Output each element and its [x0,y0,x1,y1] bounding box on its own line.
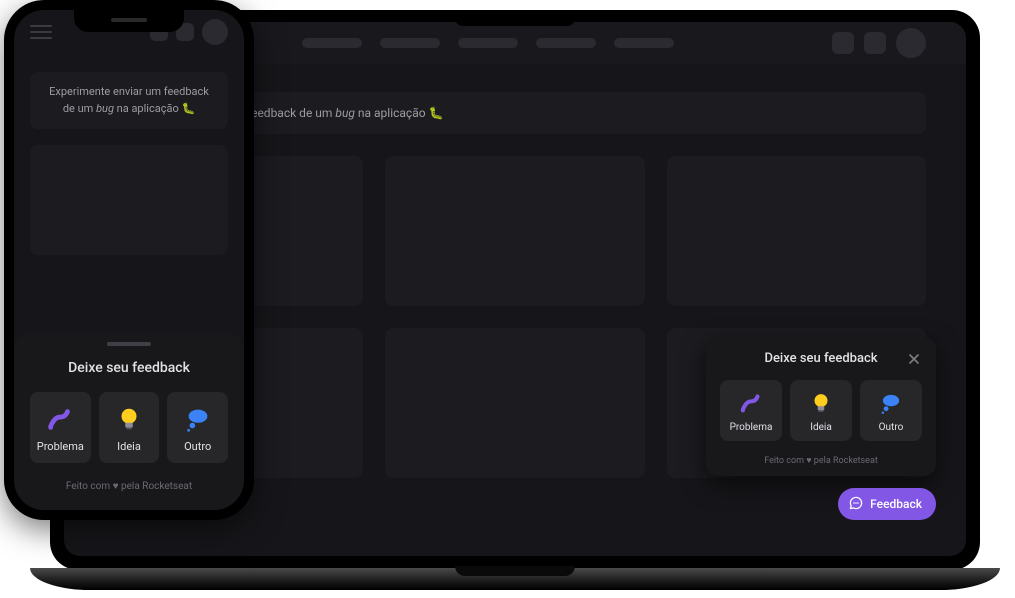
placeholder-card [385,328,644,478]
feedback-bottom-sheet: Deixe seu feedback Problema Ideia [14,332,244,510]
feedback-option-ideia[interactable]: Ideia [99,392,160,463]
nav-placeholder-3[interactable] [458,38,518,48]
bug-icon [45,404,75,434]
feedback-popover: Deixe seu feedback Problema [706,337,936,476]
chat-icon [848,495,864,514]
feedback-fab-button[interactable]: Feedback [838,488,936,520]
phone-content: Experimente enviar um feedback de um bug… [14,54,244,255]
top-nav [302,38,674,48]
phone-screen: Experimente enviar um feedback de um bug… [14,10,244,510]
laptop-notch [455,10,575,26]
nav-placeholder-4[interactable] [536,38,596,48]
sheet-title: Deixe seu feedback [30,360,228,376]
feedback-option-problema[interactable]: Problema [30,392,91,463]
fab-label: Feedback [870,497,922,511]
feedback-option-outro[interactable]: Outro [860,380,922,441]
thought-icon [878,390,904,416]
popover-footer: Feito com ♥ pela Rocketseat [720,455,922,466]
popover-header: Deixe seu feedback [720,351,922,366]
avatar[interactable] [896,28,926,58]
option-label: Problema [730,422,773,433]
option-label: Ideia [117,440,141,453]
placeholder-card [30,145,228,255]
placeholder-card [667,156,926,306]
lightbulb-icon [114,404,144,434]
option-label: Outro [879,422,904,433]
option-label: Problema [37,440,84,453]
feedback-option-ideia[interactable]: Ideia [790,380,852,441]
nav-placeholder-5[interactable] [614,38,674,48]
close-icon[interactable] [906,351,922,367]
option-label: Ideia [810,422,832,433]
topbar-action-1[interactable] [832,32,854,54]
topbar-action-2[interactable] [864,32,886,54]
laptop-hinge-notch [455,566,575,576]
avatar[interactable] [202,19,228,45]
nav-placeholder-1[interactable] [302,38,362,48]
hamburger-icon[interactable] [30,25,52,39]
sheet-options: Problema Ideia Outro [30,392,228,463]
hint-banner: Experimente enviar um feedback de um bug… [30,72,228,129]
sheet-drag-handle[interactable] [107,342,151,346]
popover-title: Deixe seu feedback [764,351,877,366]
sheet-footer: Feito com ♥ pela Rocketseat [30,481,228,492]
bug-icon [738,390,764,416]
phone-speaker [111,18,147,22]
phone-device: Experimente enviar um feedback de um bug… [4,0,254,520]
feedback-option-outro[interactable]: Outro [167,392,228,463]
thought-icon [183,404,213,434]
topbar-right [832,28,926,58]
placeholder-card [385,156,644,306]
option-label: Outro [184,440,211,453]
popover-options: Problema Ideia Outro [720,380,922,441]
lightbulb-icon [808,390,834,416]
feedback-option-problema[interactable]: Problema [720,380,782,441]
nav-placeholder-2[interactable] [380,38,440,48]
